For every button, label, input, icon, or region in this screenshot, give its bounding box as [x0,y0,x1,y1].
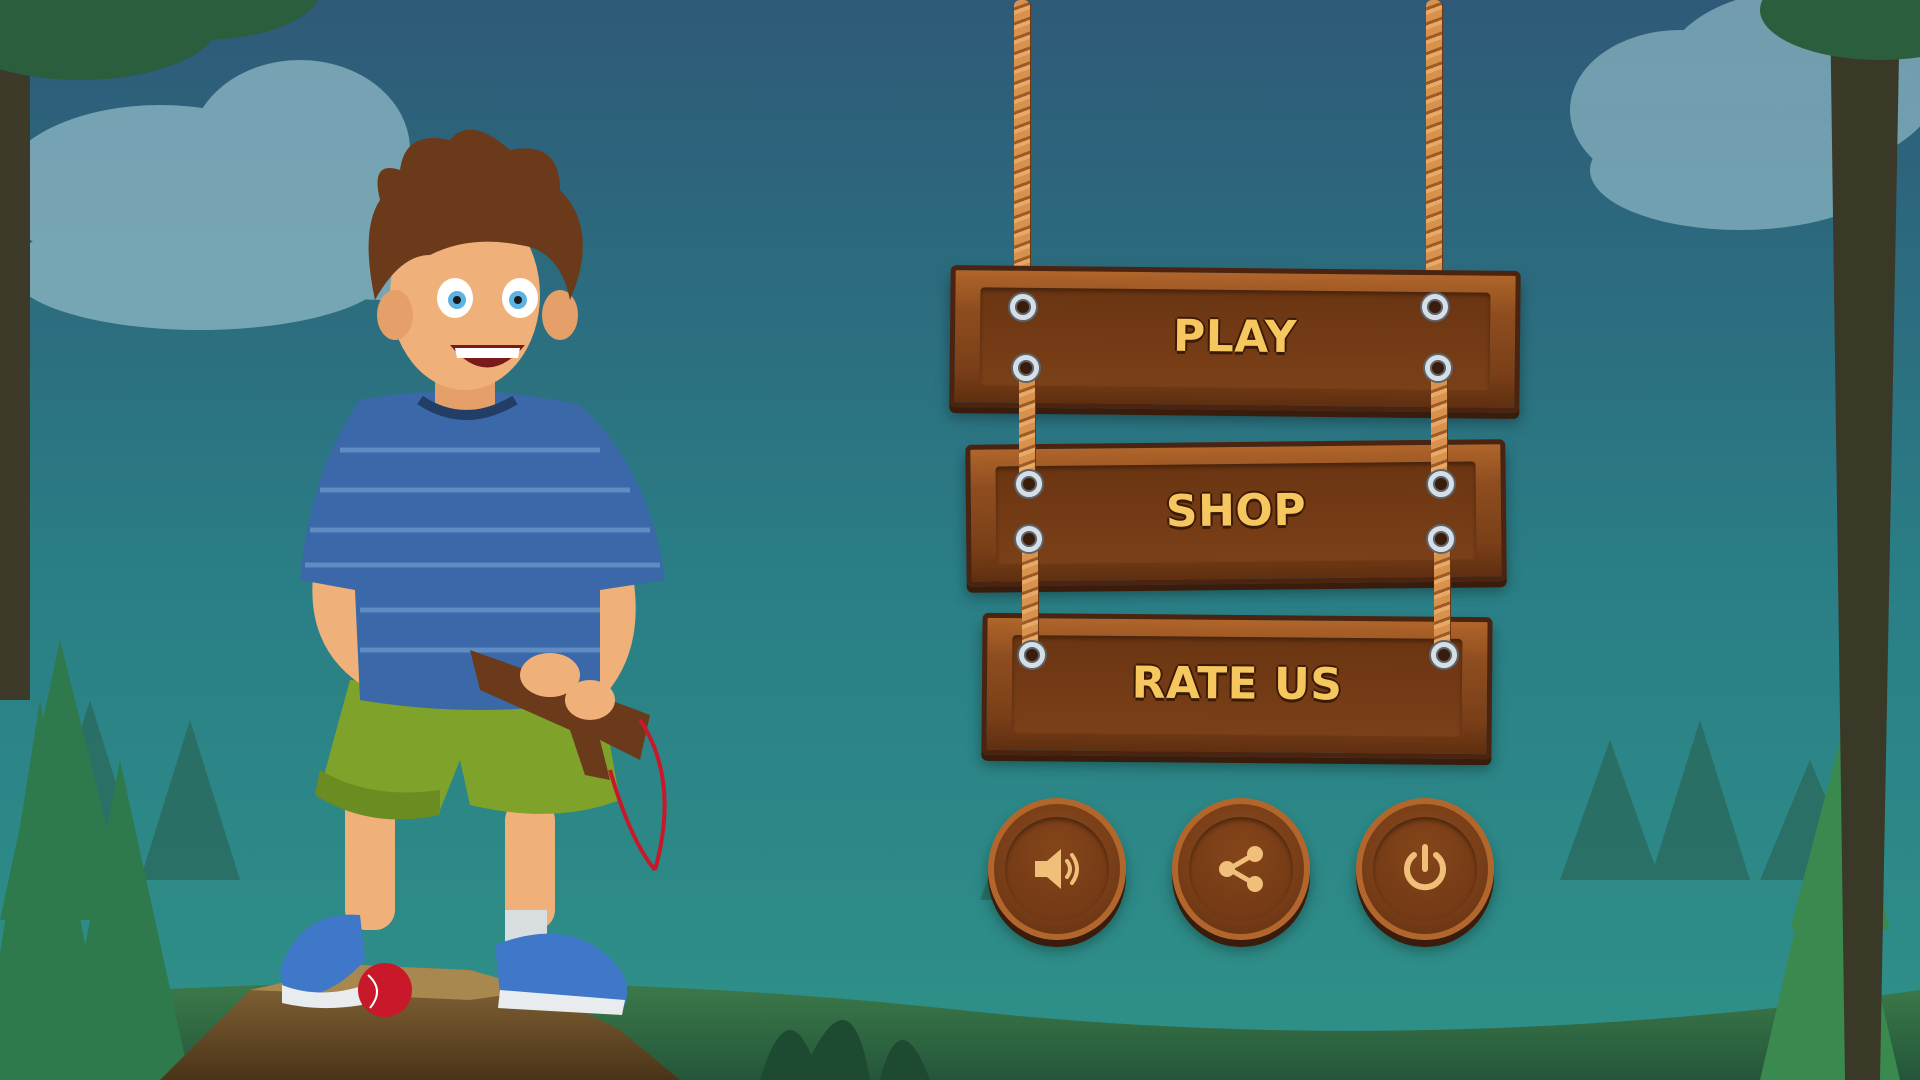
rope-top-right [1426,0,1442,300]
shop-button[interactable]: SHOP [965,439,1507,587]
ring [1019,642,1045,668]
power-icon [1404,844,1446,891]
share-button-face [1189,817,1293,921]
ring [1016,471,1042,497]
ring [1013,355,1039,381]
ring [1428,526,1454,552]
sound-button-face [1005,817,1109,921]
ring [1425,355,1451,381]
share-button[interactable] [1172,798,1310,940]
game-background [0,0,1920,1080]
ring [1016,526,1042,552]
rate-us-button[interactable]: RATE US [981,612,1493,760]
rate-us-button-label: RATE US [1131,657,1343,711]
rope-link-left-1 [1019,368,1035,488]
rope-link-right-1 [1431,368,1447,488]
tree-trunk-left [0,0,30,700]
speaker-icon [1035,849,1079,889]
share-icon [1219,846,1263,892]
rope-top-left [1014,0,1030,300]
shop-button-label: SHOP [1165,484,1307,538]
ring [1431,642,1457,668]
power-button[interactable] [1356,798,1494,940]
sound-button[interactable] [988,798,1126,940]
power-button-face [1373,817,1477,921]
ring [1422,294,1448,320]
ring [1010,294,1036,320]
ring [1428,471,1454,497]
